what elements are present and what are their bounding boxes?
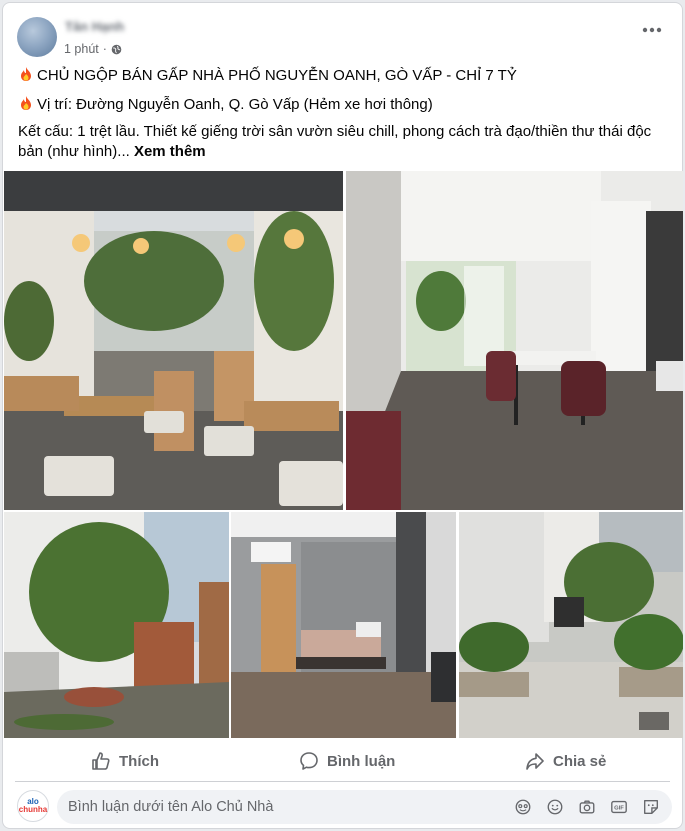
- photo-dining-room[interactable]: [346, 171, 683, 510]
- post-body-text: Kết cấu: 1 trệt lầu. Thiết kế giếng trời…: [18, 123, 652, 160]
- more-icon[interactable]: [642, 27, 662, 33]
- post-actions: Thích Bình luận Chia sẻ: [3, 743, 682, 779]
- comment-label: Bình luận: [327, 752, 396, 770]
- comment-input[interactable]: Bình luận dưới tên Alo Chủ Nhà GIF: [57, 790, 672, 824]
- post-body: Kết cấu: 1 trệt lầu. Thiết kế giếng trời…: [18, 122, 668, 162]
- photo-tea-room[interactable]: [4, 171, 343, 510]
- like-button[interactable]: Thích: [91, 743, 159, 779]
- post-location: Vị trí: Đường Nguyễn Oanh, Q. Gò Vấp (Hẻ…: [37, 96, 433, 113]
- avatar-text-chunha: chunha: [18, 805, 48, 814]
- emoji-icon[interactable]: [546, 798, 564, 816]
- courtyard-image: [459, 512, 683, 738]
- gif-icon[interactable]: GIF: [610, 798, 628, 816]
- like-icon: [92, 752, 110, 770]
- fire-icon: [21, 96, 31, 110]
- photo-garden[interactable]: [4, 512, 229, 738]
- fire-icon: [21, 67, 31, 81]
- post-card: Tân Hạnh 1 phút · CHỦ NGỘP BÁN GẤP NHÀ P…: [2, 2, 683, 829]
- author-name[interactable]: Tân Hạnh: [65, 19, 124, 34]
- globe-icon: [111, 44, 122, 54]
- post-title: CHỦ NGỘP BÁN GẤP NHÀ PHỐ NGUYỄN OANH, GÒ…: [37, 67, 517, 84]
- author-avatar[interactable]: [17, 17, 57, 57]
- post-title-line: CHỦ NGỘP BÁN GẤP NHÀ PHỐ NGUYỄN OANH, GÒ…: [18, 66, 517, 86]
- sticker-icon[interactable]: [642, 798, 660, 816]
- page-avatar[interactable]: alo chunha: [17, 790, 49, 822]
- garden-image: [4, 512, 229, 738]
- share-label: Chia sẻ: [553, 752, 607, 770]
- photo-courtyard[interactable]: [459, 512, 683, 738]
- share-icon: [526, 753, 544, 770]
- svg-text:GIF: GIF: [614, 806, 624, 812]
- camera-icon[interactable]: [578, 798, 596, 816]
- bedroom-image: [231, 512, 456, 738]
- post-meta: 1 phút ·: [64, 42, 122, 56]
- share-button[interactable]: Chia sẻ: [525, 743, 606, 779]
- photo-bedroom[interactable]: [231, 512, 456, 738]
- like-label: Thích: [119, 752, 159, 770]
- avatar-frame-icon[interactable]: [514, 798, 532, 816]
- post-location-line: Vị trí: Đường Nguyễn Oanh, Q. Gò Vấp (Hẻ…: [18, 95, 433, 115]
- dining-room-image: [346, 171, 683, 510]
- comment-placeholder: Bình luận dưới tên Alo Chủ Nhà: [68, 799, 274, 815]
- tea-room-image: [4, 171, 343, 510]
- post-time[interactable]: 1 phút: [64, 42, 99, 56]
- actions-divider: [15, 781, 670, 782]
- see-more-link[interactable]: Xem thêm: [134, 143, 206, 160]
- comment-icon: [300, 752, 318, 770]
- comment-button[interactable]: Bình luận: [299, 743, 395, 779]
- comment-tools: GIF: [514, 790, 660, 824]
